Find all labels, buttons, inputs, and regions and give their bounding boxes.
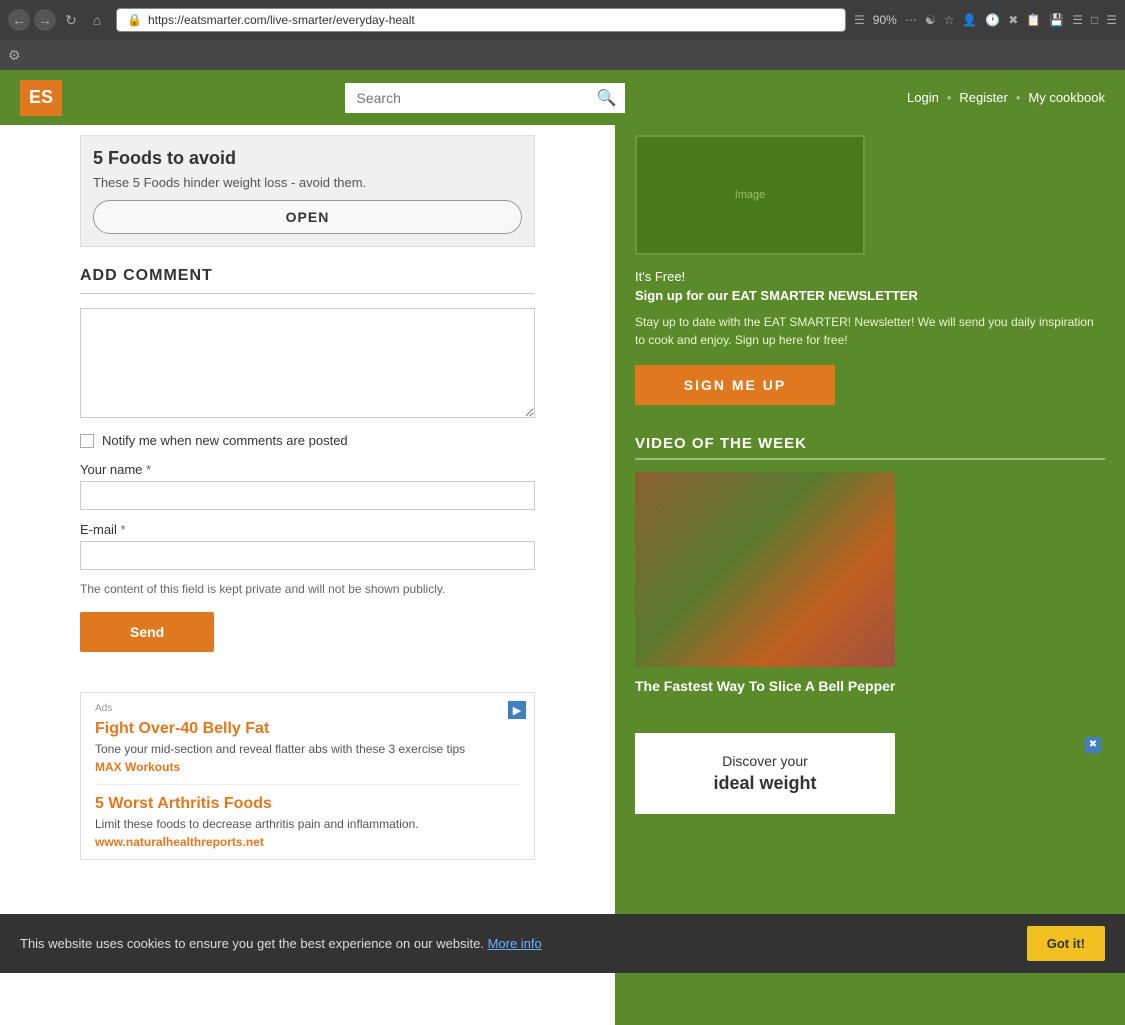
video-thumbnail[interactable] xyxy=(635,472,895,667)
reader-icon: ☰ xyxy=(854,13,865,27)
zoom-display: 90% xyxy=(873,13,897,27)
ad-box-text: These 5 Foods hinder weight loss - avoid… xyxy=(93,175,522,190)
video-title[interactable]: The Fastest Way To Slice A Bell Pepper xyxy=(635,677,1105,697)
email-required: * xyxy=(120,522,125,537)
refresh-button[interactable]: ↻ xyxy=(60,9,82,31)
email-input[interactable] xyxy=(80,541,535,570)
newsletter-desc: Stay up to date with the EAT SMARTER! Ne… xyxy=(635,313,1105,349)
notify-label: Notify me when new comments are posted xyxy=(102,433,348,448)
cookie-banner: This website uses cookies to ensure you … xyxy=(0,914,1125,973)
page-content: 5 Foods to avoid These 5 Foods hinder we… xyxy=(0,125,1125,1025)
site-header: ES 🔍 Login • Register • My cookbook xyxy=(0,70,1125,125)
copy-icon[interactable]: 📋 xyxy=(1026,13,1041,27)
ad-text-2: Limit these foods to decrease arthritis … xyxy=(95,817,520,831)
search-icon[interactable]: 🔍 xyxy=(597,88,617,108)
comment-title: ADD COMMENT xyxy=(80,267,535,294)
comment-textarea[interactable] xyxy=(80,308,535,418)
email-label: E-mail * xyxy=(80,522,535,537)
sidebar-toggle-icon[interactable]: ☰ xyxy=(1072,13,1083,27)
address-bar[interactable]: 🔒 https://eatsmarter.com/live-smarter/ev… xyxy=(116,8,846,32)
newsletter-section: Image It's Free! Sign up for our EAT SMA… xyxy=(635,125,1105,425)
video-section: VIDEO OF THE WEEK The Fastest Way To Sli… xyxy=(635,425,1105,717)
forward-button[interactable]: → xyxy=(34,9,56,31)
home-button[interactable]: ⌂ xyxy=(86,9,108,31)
newsletter-free: It's Free! xyxy=(635,269,1105,284)
newsletter-signup-label: Sign up for our EAT SMARTER NEWSLETTER xyxy=(635,288,1105,303)
browser-toolbar: ⚙ xyxy=(0,40,1125,70)
ad-item-2: 5 Worst Arthritis Foods Limit these food… xyxy=(95,795,520,849)
register-link[interactable]: Register xyxy=(959,90,1007,105)
ad-right-wrapper: ✖ Discover your ideal weight xyxy=(635,733,1105,814)
gear-icon[interactable]: ⚙ xyxy=(8,47,21,64)
login-link[interactable]: Login xyxy=(907,90,939,105)
send-button[interactable]: Send xyxy=(80,612,214,652)
right-column: Image It's Free! Sign up for our EAT SMA… xyxy=(615,125,1125,1025)
comment-section: ADD COMMENT Notify me when new comments … xyxy=(0,247,615,672)
menu-icon[interactable]: ☰ xyxy=(1106,13,1117,27)
ad-source-1[interactable]: MAX Workouts xyxy=(95,760,520,774)
lock-icon: 🔒 xyxy=(127,13,142,27)
your-name-input[interactable] xyxy=(80,481,535,510)
browser-chrome: ← → ↻ ⌂ 🔒 https://eatsmarter.com/live-sm… xyxy=(0,0,1125,40)
sign-me-up-button[interactable]: SIGN ME UP xyxy=(635,365,835,405)
your-name-label: Your name * xyxy=(80,462,535,477)
newsletter-image: Image xyxy=(635,135,865,255)
save-icon[interactable]: 💾 xyxy=(1049,13,1064,27)
ad-box-title: 5 Foods to avoid xyxy=(93,148,522,169)
nav-buttons: ← → ↻ ⌂ xyxy=(8,9,108,31)
header-links: Login • Register • My cookbook xyxy=(907,90,1105,105)
url-text: https://eatsmarter.com/live-smarter/ever… xyxy=(148,13,835,27)
history-icon[interactable]: 🕐 xyxy=(985,13,1000,27)
dot-1: • xyxy=(947,90,952,105)
cookbook-link[interactable]: My cookbook xyxy=(1028,90,1105,105)
close-tab-icon[interactable]: ✖ xyxy=(1008,13,1018,27)
got-it-button[interactable]: Got it! xyxy=(1027,926,1105,961)
ad-box: 5 Foods to avoid These 5 Foods hinder we… xyxy=(80,135,535,247)
logo[interactable]: ES xyxy=(20,80,62,116)
ad-title-1[interactable]: Fight Over-40 Belly Fat xyxy=(95,720,520,738)
required-marker: * xyxy=(146,462,151,477)
ad-close-button[interactable]: ▶ xyxy=(508,701,526,719)
cookie-text: This website uses cookies to ensure you … xyxy=(20,936,542,951)
more-icon[interactable]: ⋯ xyxy=(905,13,917,27)
privacy-note: The content of this field is kept privat… xyxy=(80,582,535,596)
ad-source-2[interactable]: www.naturalhealthreports.net xyxy=(95,835,520,849)
left-column: 5 Foods to avoid These 5 Foods hinder we… xyxy=(0,125,615,1025)
ad-right: ✖ Discover your ideal weight xyxy=(635,733,895,814)
video-section-title: VIDEO OF THE WEEK xyxy=(635,435,1105,460)
open-button[interactable]: OPEN xyxy=(93,200,522,234)
dot-2: • xyxy=(1016,90,1021,105)
ad-text-1: Tone your mid-section and reveal flatter… xyxy=(95,742,520,756)
profile-icon[interactable]: 👤 xyxy=(962,13,977,27)
back-button[interactable]: ← xyxy=(8,9,30,31)
star-icon[interactable]: ☆ xyxy=(944,13,955,27)
ads-label: Ads xyxy=(95,703,520,714)
ad-title-2[interactable]: 5 Worst Arthritis Foods xyxy=(95,795,520,813)
video-image xyxy=(635,472,895,667)
search-input[interactable] xyxy=(345,83,625,113)
notify-checkbox[interactable] xyxy=(80,434,94,448)
more-info-link[interactable]: More info xyxy=(488,936,542,951)
ad-item-1: Fight Over-40 Belly Fat Tone your mid-se… xyxy=(95,720,520,774)
ad-right-subtitle: ideal weight xyxy=(655,773,875,794)
search-bar: 🔍 xyxy=(345,83,625,113)
browser-actions: ☰ 90% ⋯ ☯ ☆ 👤 🕐 ✖ 📋 💾 ☰ □ ☰ xyxy=(854,13,1117,27)
window-icon[interactable]: □ xyxy=(1091,13,1098,27)
notify-row: Notify me when new comments are posted xyxy=(80,433,535,448)
ad-right-title: Discover your xyxy=(655,753,875,769)
ad-divider xyxy=(95,784,520,785)
bookmark-icon[interactable]: ☯ xyxy=(925,13,936,27)
ad-right-close[interactable]: ✖ xyxy=(1085,737,1101,753)
ads-banner: Ads ▶ Fight Over-40 Belly Fat Tone your … xyxy=(80,692,535,860)
